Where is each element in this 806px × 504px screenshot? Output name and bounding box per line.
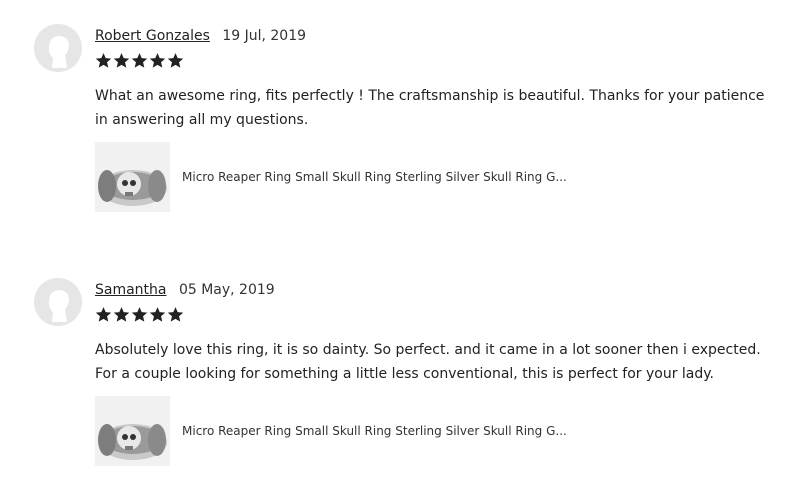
star-icon xyxy=(95,52,112,69)
review-item: Robert Gonzales 19 Jul, 2019 What an awe… xyxy=(0,24,806,224)
reviewer-name-link[interactable]: Robert Gonzales xyxy=(95,28,210,44)
reviewer-name-link[interactable]: Samantha xyxy=(95,282,167,298)
product-title[interactable]: Micro Reaper Ring Small Skull Ring Sterl… xyxy=(182,170,567,184)
star-icon xyxy=(167,306,184,323)
star-icon xyxy=(131,52,148,69)
reviewer-avatar[interactable] xyxy=(34,24,82,72)
star-icon xyxy=(131,306,148,323)
star-icon xyxy=(149,52,166,69)
reviewed-product-link[interactable]: Micro Reaper Ring Small Skull Ring Sterl… xyxy=(95,142,567,212)
star-icon xyxy=(113,52,130,69)
product-thumbnail[interactable] xyxy=(95,142,170,212)
review-date: 05 May, 2019 xyxy=(178,282,275,298)
default-avatar-icon xyxy=(34,24,82,72)
review-item: Samantha 05 May, 2019 Absolutely love th… xyxy=(0,278,806,478)
reviewed-product-link[interactable]: Micro Reaper Ring Small Skull Ring Sterl… xyxy=(95,396,567,466)
product-title[interactable]: Micro Reaper Ring Small Skull Ring Sterl… xyxy=(182,424,567,438)
review-header: Robert Gonzales 19 Jul, 2019 xyxy=(95,26,306,46)
star-icon xyxy=(95,306,112,323)
review-header: Samantha 05 May, 2019 xyxy=(95,280,275,300)
star-icon xyxy=(167,52,184,69)
review-date: 19 Jul, 2019 xyxy=(222,28,307,44)
star-icon xyxy=(149,306,166,323)
reviewer-avatar[interactable] xyxy=(34,278,82,326)
review-text: What an awesome ring, fits perfectly ! T… xyxy=(95,88,765,128)
star-rating xyxy=(95,306,184,326)
star-rating xyxy=(95,52,184,72)
product-thumbnail[interactable] xyxy=(95,396,170,466)
default-avatar-icon xyxy=(34,278,82,326)
star-icon xyxy=(113,306,130,323)
review-text: Absolutely love this ring, it is so dain… xyxy=(95,342,761,382)
